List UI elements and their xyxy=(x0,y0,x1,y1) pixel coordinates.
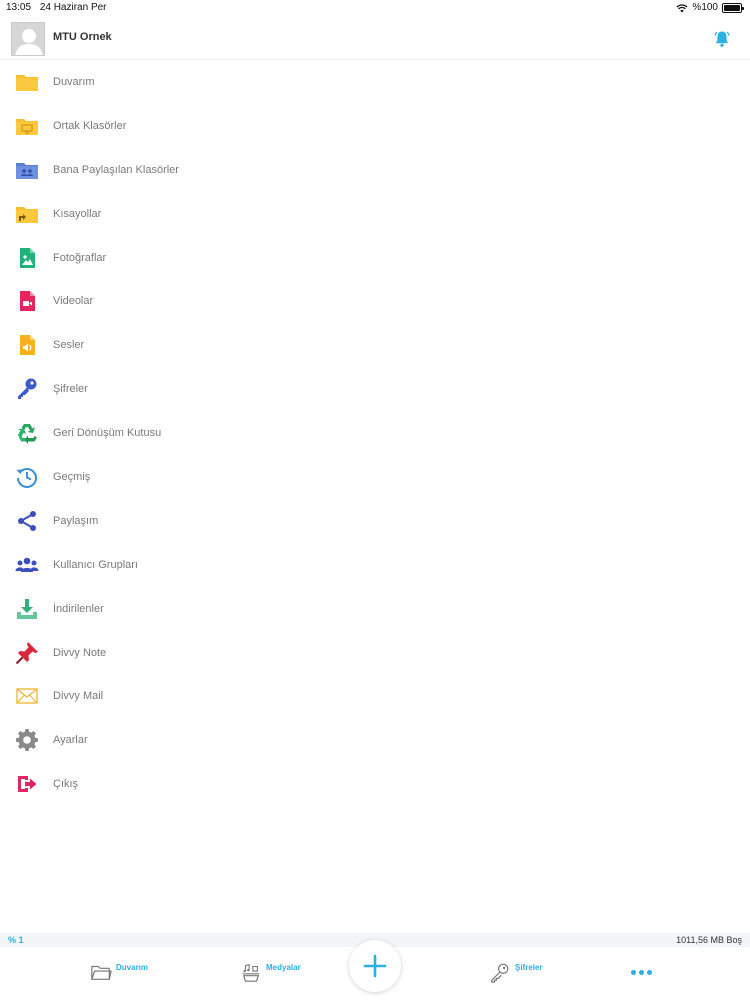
audio-file-icon xyxy=(15,333,39,357)
tab-medyalar[interactable]: Medyalar xyxy=(240,961,301,983)
user-groups-icon xyxy=(15,553,39,577)
menu-item-label: Kısayollar xyxy=(53,207,102,220)
menu-item-divvy-note[interactable]: Divvy Note xyxy=(0,631,750,675)
storage-free: 1011,56 MB Boş xyxy=(676,935,742,945)
plus-icon xyxy=(363,954,387,978)
menu-item-paylasim[interactable]: Paylaşım xyxy=(0,499,750,543)
folder-icon xyxy=(15,70,39,94)
status-time: 13:05 xyxy=(6,2,32,13)
folder-outline-icon xyxy=(91,965,112,980)
menu-item-label: Çıkış xyxy=(53,778,79,791)
tab-sifreler[interactable]: Şifreler xyxy=(489,961,543,983)
menu-item-sesler[interactable]: Sesler xyxy=(0,323,750,367)
tab-label: Duvarım xyxy=(116,963,149,972)
avatar[interactable] xyxy=(11,22,45,56)
menu-item-kullanici-gruplari[interactable]: Kullanıcı Grupları xyxy=(0,543,750,587)
menu-item-videolar[interactable]: Videolar xyxy=(0,279,750,323)
share-icon xyxy=(15,509,39,533)
status-date: 24 Haziran Per xyxy=(39,2,107,13)
wifi-icon xyxy=(676,3,688,12)
menu-item-label: Videolar xyxy=(53,295,94,308)
menu-item-label: Kullanıcı Grupları xyxy=(53,558,138,571)
tab-label: Şifreler xyxy=(515,963,543,972)
menu-item-kisayollar[interactable]: Kısayollar xyxy=(0,192,750,236)
more-dots-icon[interactable] xyxy=(631,970,652,975)
menu-item-label: Geçmiş xyxy=(53,470,91,483)
menu-item-label: Paylaşım xyxy=(53,514,99,527)
shared-with-me-folder-icon xyxy=(15,158,39,182)
menu-item-cikis[interactable]: Çıkış xyxy=(0,762,750,806)
side-menu: Duvarım Ortak Klasörler Bana Paylaşılan … xyxy=(0,60,750,806)
battery-icon xyxy=(722,2,744,13)
menu-item-duvarim[interactable]: Duvarım xyxy=(0,60,750,104)
menu-item-indirilenler[interactable]: İndirilenler xyxy=(0,587,750,631)
menu-item-label: Sesler xyxy=(53,339,85,352)
history-icon xyxy=(15,465,39,489)
menu-item-gecmis[interactable]: Geçmiş xyxy=(0,455,750,499)
shortcut-folder-icon xyxy=(15,202,39,226)
menu-item-sifreler[interactable]: Şifreler xyxy=(0,367,750,411)
menu-item-label: Divvy Note xyxy=(53,646,107,659)
menu-item-label: Geri Dönüşüm Kutusu xyxy=(53,427,162,440)
bell-icon[interactable] xyxy=(712,29,732,49)
logout-icon xyxy=(15,772,39,796)
download-icon xyxy=(15,597,39,621)
tab-label: Medyalar xyxy=(266,963,301,972)
menu-item-label: Şifreler xyxy=(53,383,88,396)
menu-item-label: Divvy Mail xyxy=(53,690,104,703)
menu-item-label: İndirilenler xyxy=(53,602,104,615)
storage-used-percent: % 1 xyxy=(8,935,24,945)
menu-item-label: Duvarım xyxy=(53,75,95,88)
menu-item-label: Ayarlar xyxy=(53,734,88,747)
profile-header: MTU Ornek xyxy=(0,17,750,60)
battery-percent: %100 xyxy=(692,2,718,13)
key-outline-icon xyxy=(491,963,509,983)
photo-file-icon xyxy=(15,246,39,270)
video-file-icon xyxy=(15,289,39,313)
menu-item-ayarlar[interactable]: Ayarlar xyxy=(0,718,750,762)
avatar-placeholder-icon xyxy=(12,23,44,55)
menu-item-divvy-mail[interactable]: Divvy Mail xyxy=(0,674,750,718)
menu-item-ortak-klasorler[interactable]: Ortak Klasörler xyxy=(0,104,750,148)
user-name[interactable]: MTU Ornek xyxy=(53,31,112,43)
key-icon xyxy=(15,377,39,401)
add-button[interactable] xyxy=(349,940,401,992)
menu-item-geri-donusum[interactable]: Geri Dönüşüm Kutusu xyxy=(0,411,750,455)
recycle-icon xyxy=(15,421,39,445)
shared-folder-icon xyxy=(15,114,39,138)
menu-item-fotograflar[interactable]: Fotoğraflar xyxy=(0,236,750,280)
status-bar: 13:05 24 Haziran Per %100 xyxy=(0,0,750,16)
gear-icon xyxy=(15,728,39,752)
pin-icon xyxy=(15,641,39,665)
media-icon xyxy=(242,963,260,982)
tab-duvarim[interactable]: Duvarım xyxy=(90,961,148,983)
menu-item-label: Bana Paylaşılan Klasörler xyxy=(53,163,179,176)
menu-item-label: Ortak Klasörler xyxy=(53,119,127,132)
menu-item-label: Fotoğraflar xyxy=(53,251,107,264)
mail-icon xyxy=(15,684,39,708)
menu-item-bana-paylasilan[interactable]: Bana Paylaşılan Klasörler xyxy=(0,148,750,192)
